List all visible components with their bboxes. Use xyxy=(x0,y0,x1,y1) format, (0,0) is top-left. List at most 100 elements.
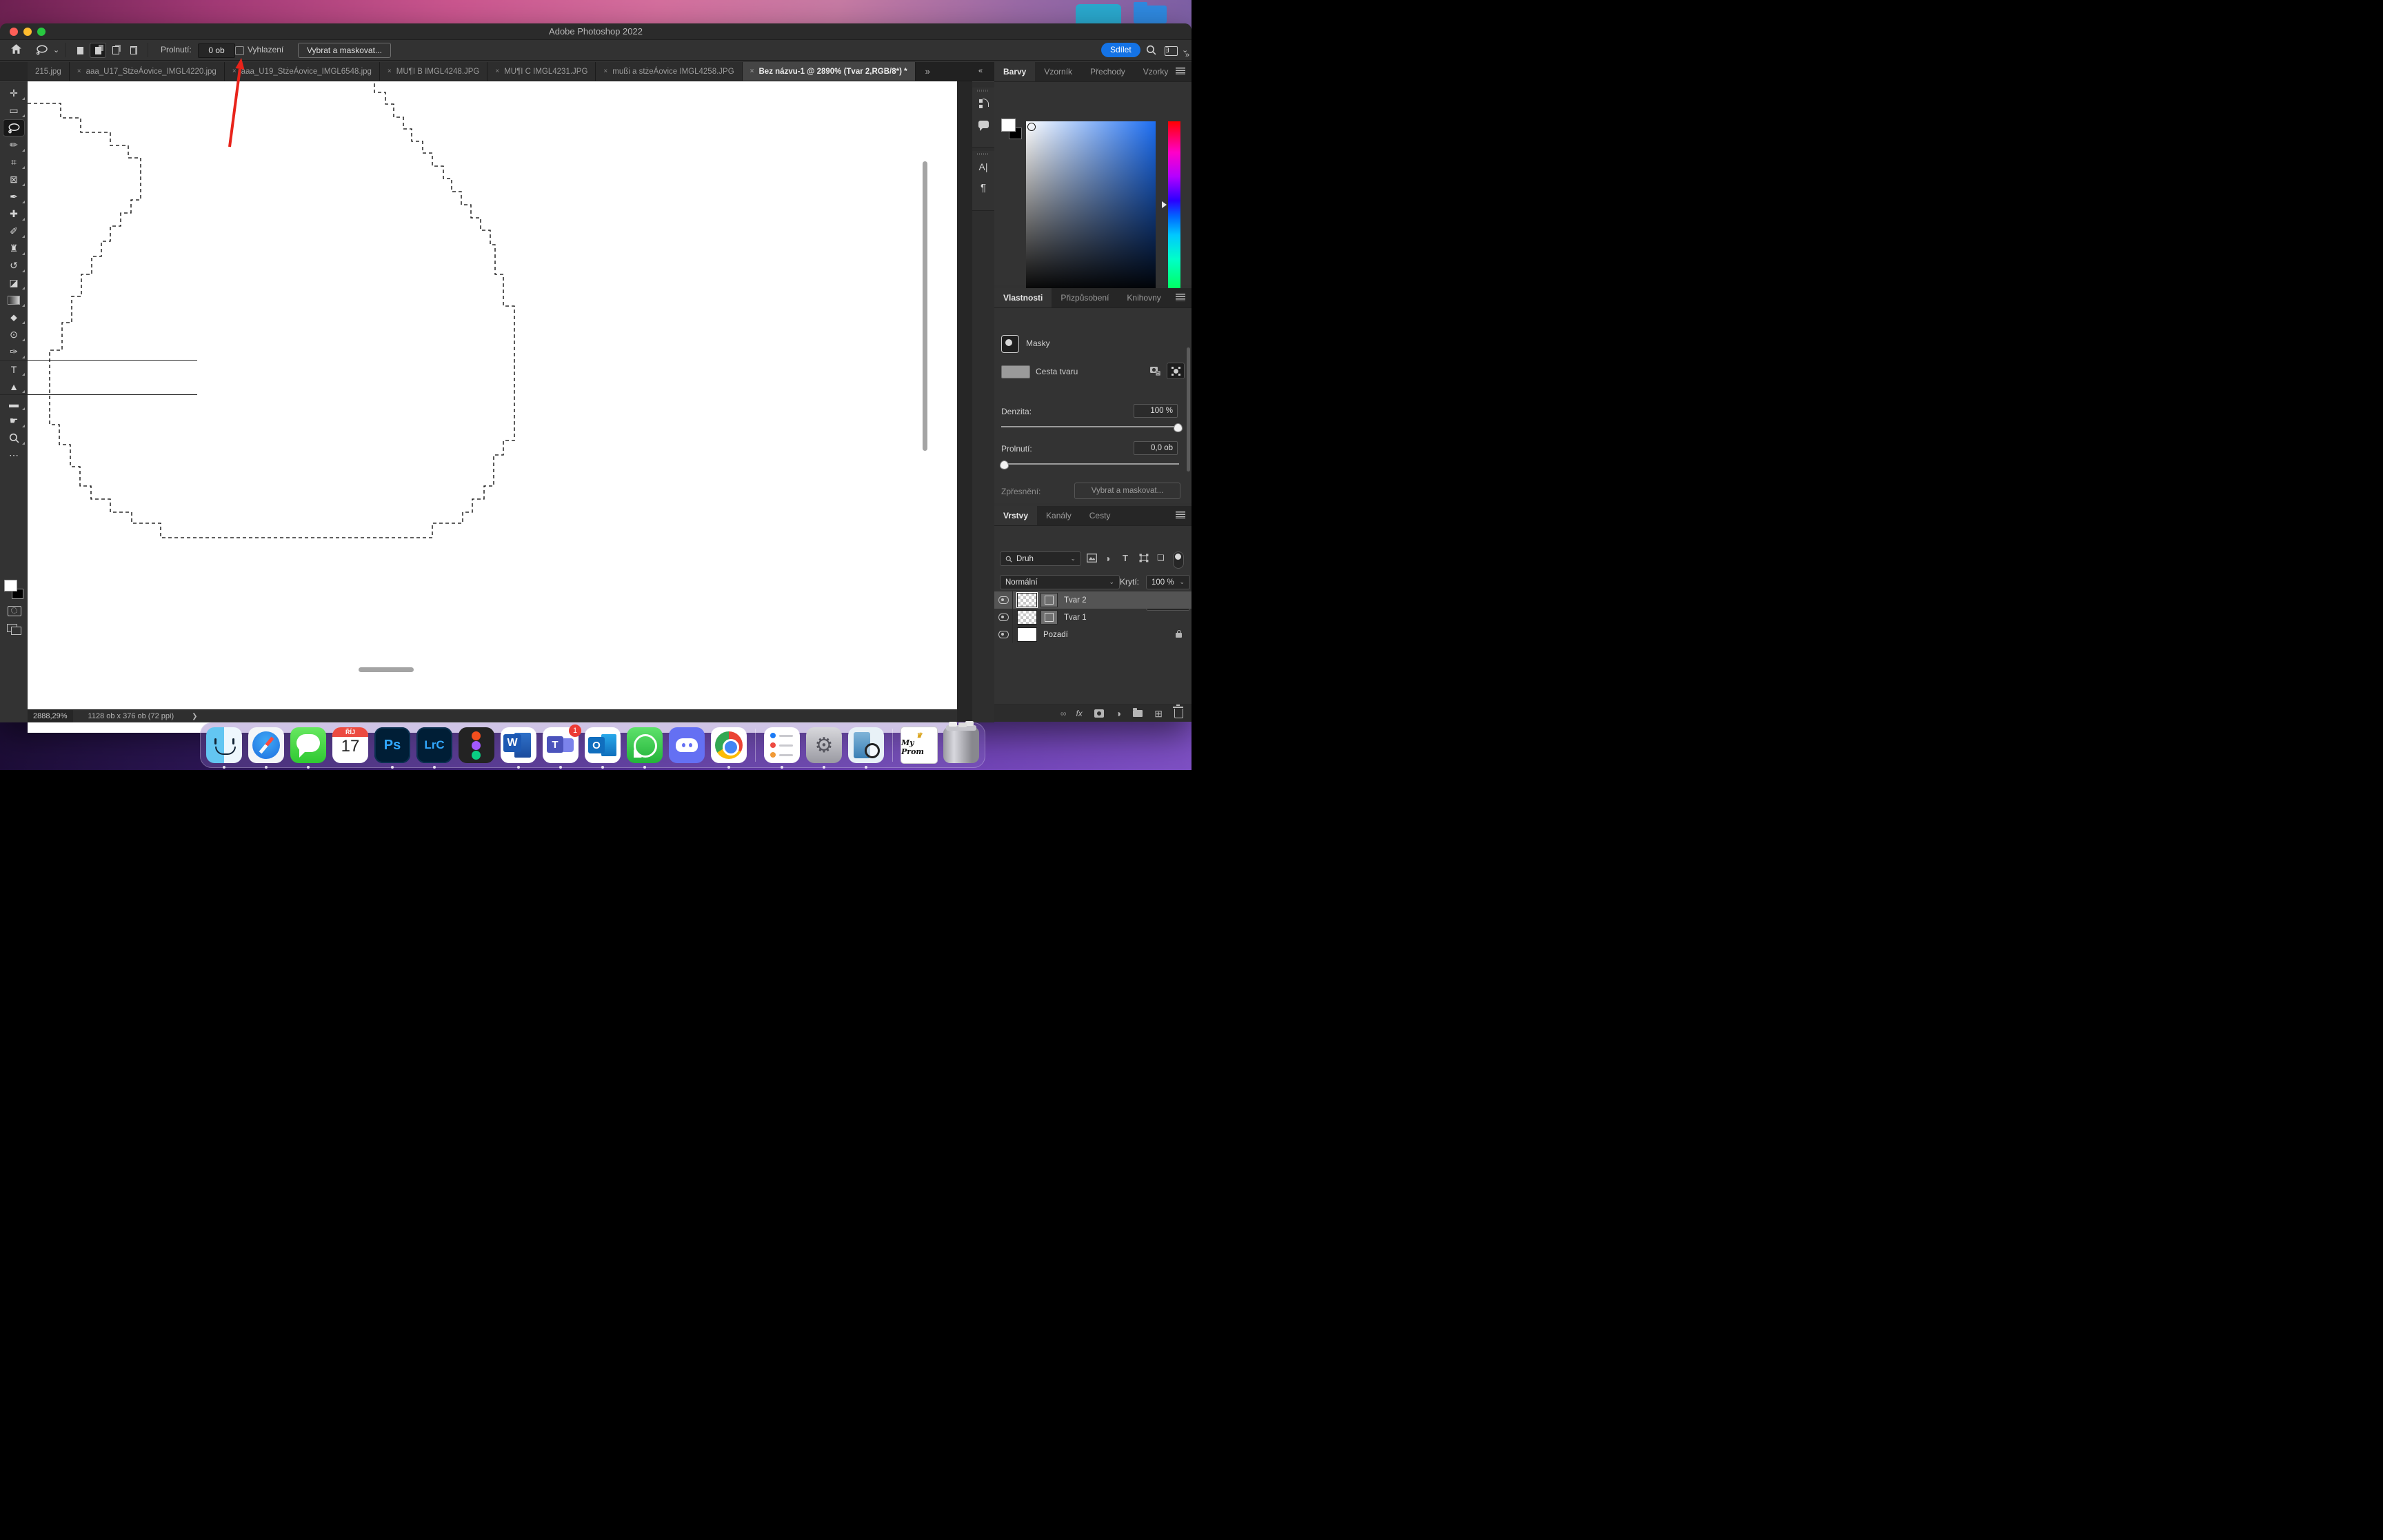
filter-shape-layers-icon[interactable] xyxy=(1139,554,1149,565)
document-tab[interactable]: × MU¶I C IMGL4231.JPG xyxy=(487,62,596,81)
lasso-tool-preset-icon[interactable] xyxy=(36,44,49,59)
gradient-tool[interactable] xyxy=(0,292,28,309)
antialias-checkbox[interactable] xyxy=(235,46,244,55)
density-slider[interactable] xyxy=(1001,426,1179,427)
select-and-mask-button[interactable]: Vybrat a maskovat... xyxy=(298,43,391,58)
layer-thumbnail[interactable] xyxy=(1017,627,1037,642)
tool-preset-chevron-icon[interactable]: ⌄ xyxy=(53,45,59,54)
type-tool[interactable]: T xyxy=(0,361,28,378)
history-brush-tool[interactable]: ↺ xyxy=(0,257,28,274)
panel-menu-icon[interactable] xyxy=(1176,68,1185,75)
panel-tab-barvy[interactable]: Barvy xyxy=(994,62,1036,81)
panel-menu-icon[interactable] xyxy=(1176,511,1185,519)
desktop-folder-icon[interactable] xyxy=(1134,2,1167,23)
hand-tool[interactable]: ☛ xyxy=(0,412,28,429)
tab-close-icon[interactable]: × xyxy=(77,68,81,75)
dock-icon-finder[interactable] xyxy=(206,727,242,769)
feather-slider-knob[interactable] xyxy=(1000,460,1009,469)
layer-filter-dropdown[interactable]: Druh ⌄ xyxy=(1000,551,1081,566)
filter-smart-objects-icon[interactable]: ❏ xyxy=(1157,553,1165,563)
status-chevron-icon[interactable]: ❯ xyxy=(192,713,197,720)
document-tab-active[interactable]: × Bez názvu-1 @ 2890% (Tvar 2,RGB/8*) * xyxy=(742,62,916,81)
character-panel-icon[interactable]: A| xyxy=(972,156,994,177)
vertical-scrollbar[interactable] xyxy=(923,161,927,451)
home-icon[interactable] xyxy=(10,43,22,59)
dock-icon-photoshop[interactable]: Ps xyxy=(374,727,410,769)
selection-mode-subtract[interactable] xyxy=(108,43,124,58)
dock-icon-reminders[interactable] xyxy=(764,727,800,769)
foreground-background-swatches[interactable] xyxy=(4,580,23,599)
dock-icon-discord[interactable] xyxy=(669,727,705,763)
document-canvas[interactable] xyxy=(28,81,957,733)
new-layer-icon[interactable]: ⊞ xyxy=(1154,708,1163,720)
collapse-to-icons[interactable]: » xyxy=(1185,51,1189,59)
layer-thumbnail[interactable] xyxy=(1017,593,1037,607)
marquee-tool[interactable]: ▭ xyxy=(0,102,28,119)
panel-tab-knihovny[interactable]: Knihovny xyxy=(1118,288,1169,307)
dock-icon-trash[interactable] xyxy=(943,722,979,763)
document-tab[interactable]: × aaa_U19_StżeÁovice_IMGL6548.jpg xyxy=(224,62,380,81)
panel-tab-cesty[interactable]: Cesty xyxy=(1080,506,1120,525)
panel-tab-kanály[interactable]: Kanály xyxy=(1037,506,1080,525)
panel-tab-přizpůsobení[interactable]: Přizpůsobení xyxy=(1052,288,1118,307)
tab-overflow-icon[interactable]: » xyxy=(916,62,938,81)
filter-pixel-layers-icon[interactable] xyxy=(1087,554,1097,565)
panel-menu-icon[interactable] xyxy=(1176,294,1185,301)
new-group-icon[interactable] xyxy=(1133,708,1143,717)
quick-selection-tool[interactable]: ✏ xyxy=(0,136,28,154)
antialias-label[interactable]: Vyhlazení xyxy=(248,40,283,60)
drag-handle[interactable] xyxy=(977,90,989,92)
zoom-level-field[interactable]: 2888,29% xyxy=(28,710,73,722)
document-tab[interactable]: 215.jpg xyxy=(28,62,70,81)
link-layers-icon[interactable]: ∞ xyxy=(1060,709,1066,718)
layer-row-tvar-1[interactable]: Tvar 1 xyxy=(994,609,1192,626)
history-panel-icon[interactable] xyxy=(972,93,994,114)
dock-icon-settings[interactable]: ⚙ xyxy=(806,727,842,769)
document-tab[interactable]: × MU¶I B IMGL4248.JPG xyxy=(379,62,488,81)
filter-type-layers-icon[interactable]: T xyxy=(1123,553,1128,563)
add-mask-icon[interactable] xyxy=(1146,363,1164,379)
comments-panel-icon[interactable] xyxy=(972,114,994,134)
shape-path-thumbnail[interactable] xyxy=(1001,365,1030,378)
feather-slider[interactable] xyxy=(1001,463,1179,465)
pen-tool[interactable]: ✑ xyxy=(0,343,28,361)
dock-icon-chrome[interactable] xyxy=(711,727,747,769)
blur-tool[interactable]: ⬥ xyxy=(0,309,28,326)
screen-mode-button[interactable] xyxy=(7,624,21,635)
tab-close-icon[interactable]: × xyxy=(603,68,607,75)
dock-icon-word[interactable]: W xyxy=(501,727,536,769)
layer-style-icon[interactable]: fx xyxy=(1076,709,1082,718)
tab-close-icon[interactable]: × xyxy=(232,68,237,75)
panel-tab-vzorky[interactable]: Vzorky xyxy=(1134,62,1178,81)
colors-fg-bg-swatch[interactable] xyxy=(1001,119,1022,139)
props-select-mask-button[interactable]: Vybrat a maskovat... xyxy=(1074,483,1180,499)
zoom-tool[interactable] xyxy=(0,429,28,447)
tab-close-icon[interactable]: × xyxy=(495,68,499,75)
vector-mask-thumbnail[interactable] xyxy=(1040,610,1058,625)
document-tab[interactable]: × aaa_U17_StżeÁovice_IMGL4220.jpg xyxy=(69,62,225,81)
dock-icon-outlook[interactable]: O xyxy=(585,727,621,769)
tab-close-icon[interactable]: × xyxy=(750,68,754,75)
paragraph-panel-icon[interactable]: ¶ xyxy=(972,177,994,198)
panel-tab-vrstvy[interactable]: Vrstvy xyxy=(994,506,1038,525)
opacity-dropdown[interactable]: 100 % ⌄ xyxy=(1146,575,1190,589)
delete-layer-icon[interactable] xyxy=(1173,705,1183,718)
add-layer-mask-icon[interactable] xyxy=(1094,709,1104,718)
lasso-tool[interactable] xyxy=(3,119,25,136)
horizontal-scrollbar[interactable] xyxy=(359,667,414,672)
layer-row-pozadí[interactable]: Pozadí xyxy=(994,626,1192,643)
selection-mode-add[interactable] xyxy=(90,43,106,58)
path-select-tool[interactable]: ▲ xyxy=(0,378,28,395)
density-value[interactable]: 100 % xyxy=(1134,404,1178,418)
share-button[interactable]: Sdílet xyxy=(1101,43,1140,57)
eyedropper-tool[interactable]: ✒ xyxy=(0,188,28,205)
layer-thumbnail[interactable] xyxy=(1017,610,1037,625)
dock-icon-figma[interactable] xyxy=(459,727,494,763)
new-adjustment-layer-icon[interactable]: ◑ xyxy=(1116,708,1121,719)
dock-icon-lightroom[interactable]: LrC xyxy=(416,727,452,769)
dodge-tool[interactable]: ⊙ xyxy=(0,326,28,343)
color-field-marker[interactable] xyxy=(1027,123,1036,131)
dock-icon-safari[interactable] xyxy=(248,727,284,769)
quick-mask-button[interactable] xyxy=(8,606,21,616)
blend-mode-dropdown[interactable]: Normální ⌄ xyxy=(1000,575,1120,589)
